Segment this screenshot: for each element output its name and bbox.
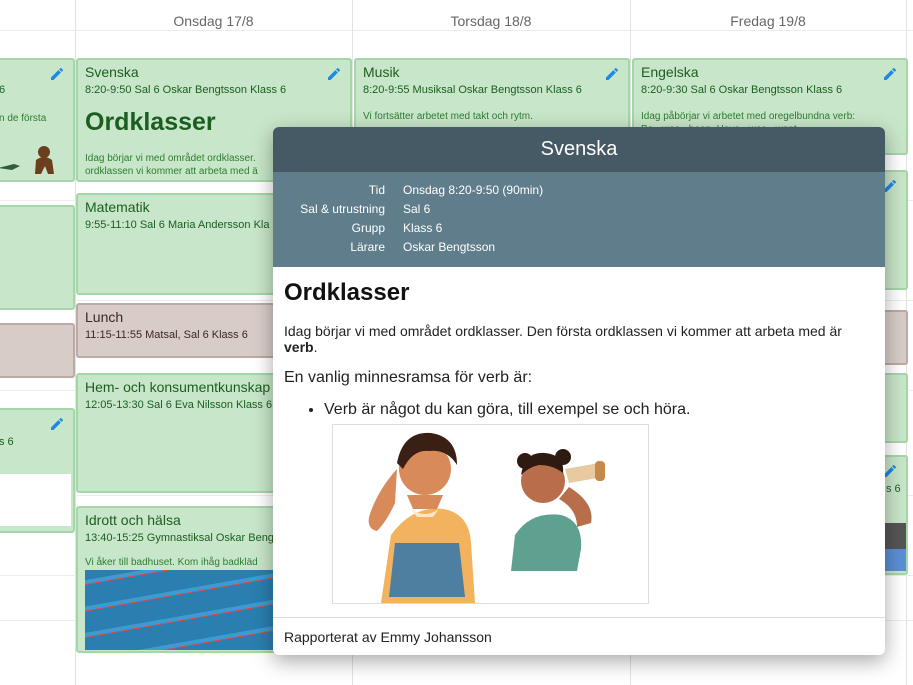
event-card-partial[interactable]: s 6 [0, 408, 75, 533]
edit-icon[interactable] [326, 66, 342, 82]
event-description: n de första [0, 113, 47, 124]
info-value: Onsdag 8:20-9:50 (90min) [403, 183, 544, 197]
event-musik[interactable]: Musik 8:20-9:55 Musiksal Oskar Bengtsson… [354, 58, 630, 133]
lesson-paragraph: Idag börjar vi med området ordklasser. D… [284, 323, 842, 355]
bold-keyword: verb [284, 339, 314, 355]
event-card-partial[interactable] [0, 205, 75, 310]
event-title: Lunch [85, 309, 124, 325]
event-subtitle: 8:20-9:50 Sal 6 Oskar Bengtsson Klass 6 [85, 84, 287, 96]
day-header-friday: Fredag 19/8 [730, 13, 806, 29]
event-title: Idrott och hälsa [85, 512, 181, 528]
event-description: Vi åker till badhuset. Kom ihåg badkläd [85, 557, 258, 568]
event-description: Idag börjar vi med området ordklasser. [85, 153, 256, 164]
listening-and-looking-kids-icon [368, 432, 605, 603]
info-label: Lärare [350, 240, 385, 254]
info-value: Klass 6 [403, 221, 443, 235]
event-title: Svenska [85, 64, 139, 80]
event-subtitle: s 6 [0, 436, 14, 448]
info-value: Oskar Bengtsson [403, 240, 496, 254]
event-details-popup: Svenska Tid Onsdag 8:20-9:50 (90min) Sal… [273, 127, 885, 655]
event-subtitle: 12:05-13:30 Sal 6 Eva Nilsson Klass 6 [85, 399, 273, 411]
edit-icon[interactable] [604, 66, 620, 82]
event-subtitle: 8:20-9:30 Sal 6 Oskar Bengtsson Klass 6 [641, 84, 843, 96]
day-header-thursday: Torsdag 18/8 [450, 13, 532, 29]
info-row-group: Grupp Klass 6 [273, 221, 885, 240]
event-subtitle: s 6 [886, 483, 901, 495]
popup-body: Ordklasser Idag börjar vi med området or… [273, 267, 885, 419]
bullet-list: Verb är något du kan göra, till exempel … [284, 401, 874, 419]
event-subtitle: 6 [0, 84, 5, 96]
children-illustration [332, 424, 649, 604]
info-label: Grupp [351, 221, 385, 235]
info-value: Sal 6 [403, 202, 431, 216]
event-description: ordklassen vi kommer att arbeta med ä [85, 166, 258, 177]
popup-title: Svenska [273, 127, 885, 172]
swimming-pool-image [85, 570, 285, 650]
event-description: Vi fortsätter arbetet med takt och rytm. [363, 111, 533, 122]
event-subtitle: 9:55-11:10 Sal 6 Maria Andersson Kla [85, 219, 270, 231]
evolution-illustration-icon [0, 146, 54, 174]
event-title: Matematik [85, 199, 150, 215]
info-label: Tid [368, 183, 385, 197]
edit-icon[interactable] [49, 66, 65, 82]
event-description: Idag påbörjar vi arbetet med oregelbundn… [641, 111, 856, 122]
event-subtitle: 11:15-11:55 Matsal, Sal 6 Klass 6 [85, 329, 248, 341]
header-divider [0, 30, 913, 31]
event-heading: Ordklasser [85, 108, 216, 136]
info-row-time: Tid Onsdag 8:20-9:50 (90min) [273, 183, 885, 202]
edit-icon[interactable] [882, 66, 898, 82]
event-card-partial[interactable]: 6 n de första [0, 58, 75, 182]
event-subtitle: 8:20-9:55 Musiksal Oskar Bengtsson Klass… [363, 84, 582, 96]
event-title: Engelska [641, 64, 699, 80]
event-subtitle: 13:40-15:25 Gymnastiksal Oskar Beng [85, 532, 274, 544]
worksheet-thumbnail [0, 474, 71, 526]
lunch-card-partial[interactable] [0, 323, 75, 378]
lesson-paragraph: En vanlig minnesramsa för verb är: [284, 369, 533, 386]
event-title: Hem- och konsumentkunskap [85, 379, 271, 395]
info-label: Sal & utrustning [300, 202, 385, 216]
lesson-heading: Ordklasser [284, 279, 410, 306]
event-title: Musik [363, 64, 400, 80]
info-row-room: Sal & utrustning Sal 6 [273, 202, 885, 221]
popup-info-panel: Tid Onsdag 8:20-9:50 (90min) Sal & utrus… [273, 172, 885, 267]
day-header-wednesday: Onsdag 17/8 [173, 13, 254, 29]
info-row-teacher: Lärare Oskar Bengtsson [273, 240, 885, 259]
edit-icon[interactable] [49, 416, 65, 432]
popup-footer: Rapporterat av Emmy Johansson [273, 617, 885, 655]
list-item: Verb är något du kan göra, till exempel … [324, 401, 874, 419]
